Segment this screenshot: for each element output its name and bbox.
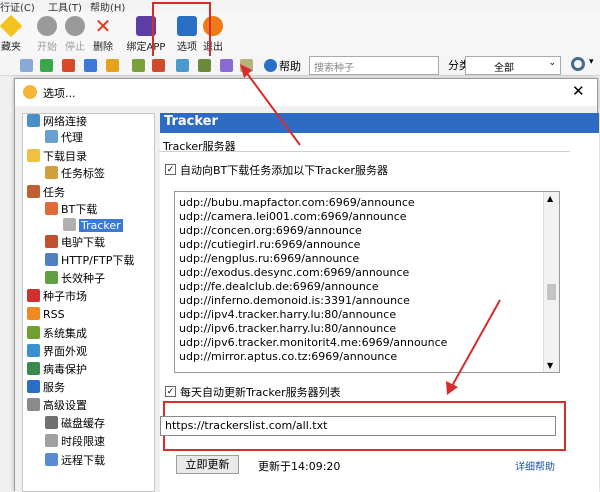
- arrowhead-options: [240, 64, 252, 78]
- annotation-arrows: [240, 64, 501, 395]
- arrowhead-url: [446, 381, 458, 395]
- arrow-to-options: [245, 71, 301, 146]
- arrow-to-url: [451, 299, 501, 387]
